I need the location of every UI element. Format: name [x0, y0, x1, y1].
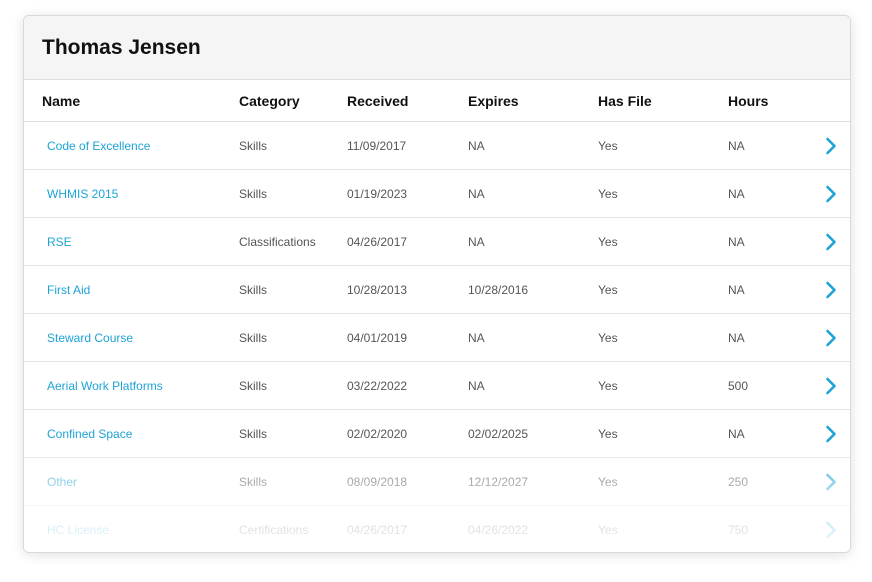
received-date-cell: 08/09/2018 [347, 474, 408, 489]
table-header: Name Category Received Expires Has File … [24, 80, 850, 122]
table-row[interactable]: HC License Certifications 04/26/2017 04/… [24, 506, 850, 552]
category-cell: Certifications [239, 522, 309, 537]
expires-date-cell: 12/12/2027 [468, 474, 529, 489]
card-header: Thomas Jensen [24, 16, 850, 80]
certification-name-link[interactable]: Other [47, 475, 77, 489]
column-header-received[interactable]: Received [347, 93, 468, 109]
has-file-cell: Yes [598, 522, 618, 537]
hours-cell: 750 [728, 522, 749, 537]
hours-cell: NA [728, 234, 745, 249]
category-cell: Skills [239, 426, 268, 441]
received-date-cell: 02/02/2020 [347, 426, 408, 441]
chevron-right-icon[interactable] [825, 521, 837, 539]
table-row[interactable]: WHMIS 2015 Skills 01/19/2023 NA Yes NA [24, 170, 850, 218]
certification-name-link[interactable]: Confined Space [47, 427, 132, 441]
received-date-cell: 04/26/2017 [347, 522, 408, 537]
table-row[interactable]: Aerial Work Platforms Skills 03/22/2022 … [24, 362, 850, 410]
chevron-right-icon[interactable] [825, 185, 837, 203]
category-cell: Skills [239, 138, 268, 153]
category-cell: Skills [239, 378, 268, 393]
expires-date-cell: NA [468, 234, 485, 249]
expires-date-cell: NA [468, 138, 485, 153]
hours-cell: NA [728, 426, 745, 441]
expires-date-cell: NA [468, 186, 485, 201]
certification-name-link[interactable]: WHMIS 2015 [47, 187, 118, 201]
chevron-right-icon[interactable] [825, 425, 837, 443]
expires-date-cell: 02/02/2025 [468, 426, 529, 441]
table-row[interactable]: RSE Classifications 04/26/2017 NA Yes NA [24, 218, 850, 266]
column-header-category[interactable]: Category [239, 93, 347, 109]
column-header-name[interactable]: Name [24, 93, 239, 109]
certifications-card: Thomas Jensen Name Category Received Exp… [23, 15, 851, 553]
expires-date-cell: NA [468, 330, 485, 345]
page-title: Thomas Jensen [42, 35, 201, 59]
table-row[interactable]: Other Skills 08/09/2018 12/12/2027 Yes 2… [24, 458, 850, 506]
certification-name-link[interactable]: Steward Course [47, 331, 133, 345]
column-header-expires[interactable]: Expires [468, 93, 598, 109]
chevron-right-icon[interactable] [825, 281, 837, 299]
received-date-cell: 01/19/2023 [347, 186, 408, 201]
table-row[interactable]: Code of Excellence Skills 11/09/2017 NA … [24, 122, 850, 170]
has-file-cell: Yes [598, 138, 618, 153]
category-cell: Skills [239, 186, 268, 201]
certification-name-link[interactable]: RSE [47, 235, 72, 249]
received-date-cell: 04/01/2019 [347, 330, 408, 345]
received-date-cell: 11/09/2017 [347, 138, 407, 153]
hours-cell: 500 [728, 378, 749, 393]
chevron-right-icon[interactable] [825, 329, 837, 347]
certification-name-link[interactable]: First Aid [47, 283, 90, 297]
table-row[interactable]: First Aid Skills 10/28/2013 10/28/2016 Y… [24, 266, 850, 314]
certification-name-link[interactable]: HC License [47, 523, 109, 537]
has-file-cell: Yes [598, 330, 618, 345]
has-file-cell: Yes [598, 186, 618, 201]
chevron-right-icon[interactable] [825, 473, 837, 491]
has-file-cell: Yes [598, 282, 618, 297]
column-header-has-file[interactable]: Has File [598, 93, 728, 109]
chevron-right-icon[interactable] [825, 137, 837, 155]
certification-name-link[interactable]: Code of Excellence [47, 139, 150, 153]
category-cell: Skills [239, 474, 268, 489]
hours-cell: NA [728, 282, 745, 297]
expires-date-cell: 04/26/2022 [468, 522, 529, 537]
hours-cell: 250 [728, 474, 749, 489]
certification-name-link[interactable]: Aerial Work Platforms [47, 379, 163, 393]
expires-date-cell: NA [468, 378, 485, 393]
column-header-hours[interactable]: Hours [728, 93, 808, 109]
table-row[interactable]: Steward Course Skills 04/01/2019 NA Yes … [24, 314, 850, 362]
received-date-cell: 04/26/2017 [347, 234, 408, 249]
received-date-cell: 10/28/2013 [347, 282, 408, 297]
hours-cell: NA [728, 330, 745, 345]
hours-cell: NA [728, 138, 745, 153]
has-file-cell: Yes [598, 234, 618, 249]
table-body: Code of Excellence Skills 11/09/2017 NA … [24, 122, 850, 552]
has-file-cell: Yes [598, 474, 618, 489]
has-file-cell: Yes [598, 426, 618, 441]
category-cell: Skills [239, 330, 268, 345]
hours-cell: NA [728, 186, 745, 201]
chevron-right-icon[interactable] [825, 377, 837, 395]
category-cell: Classifications [239, 234, 316, 249]
has-file-cell: Yes [598, 378, 618, 393]
chevron-right-icon[interactable] [825, 233, 837, 251]
table-row[interactable]: Confined Space Skills 02/02/2020 02/02/2… [24, 410, 850, 458]
received-date-cell: 03/22/2022 [347, 378, 408, 393]
expires-date-cell: 10/28/2016 [468, 282, 529, 297]
category-cell: Skills [239, 282, 268, 297]
